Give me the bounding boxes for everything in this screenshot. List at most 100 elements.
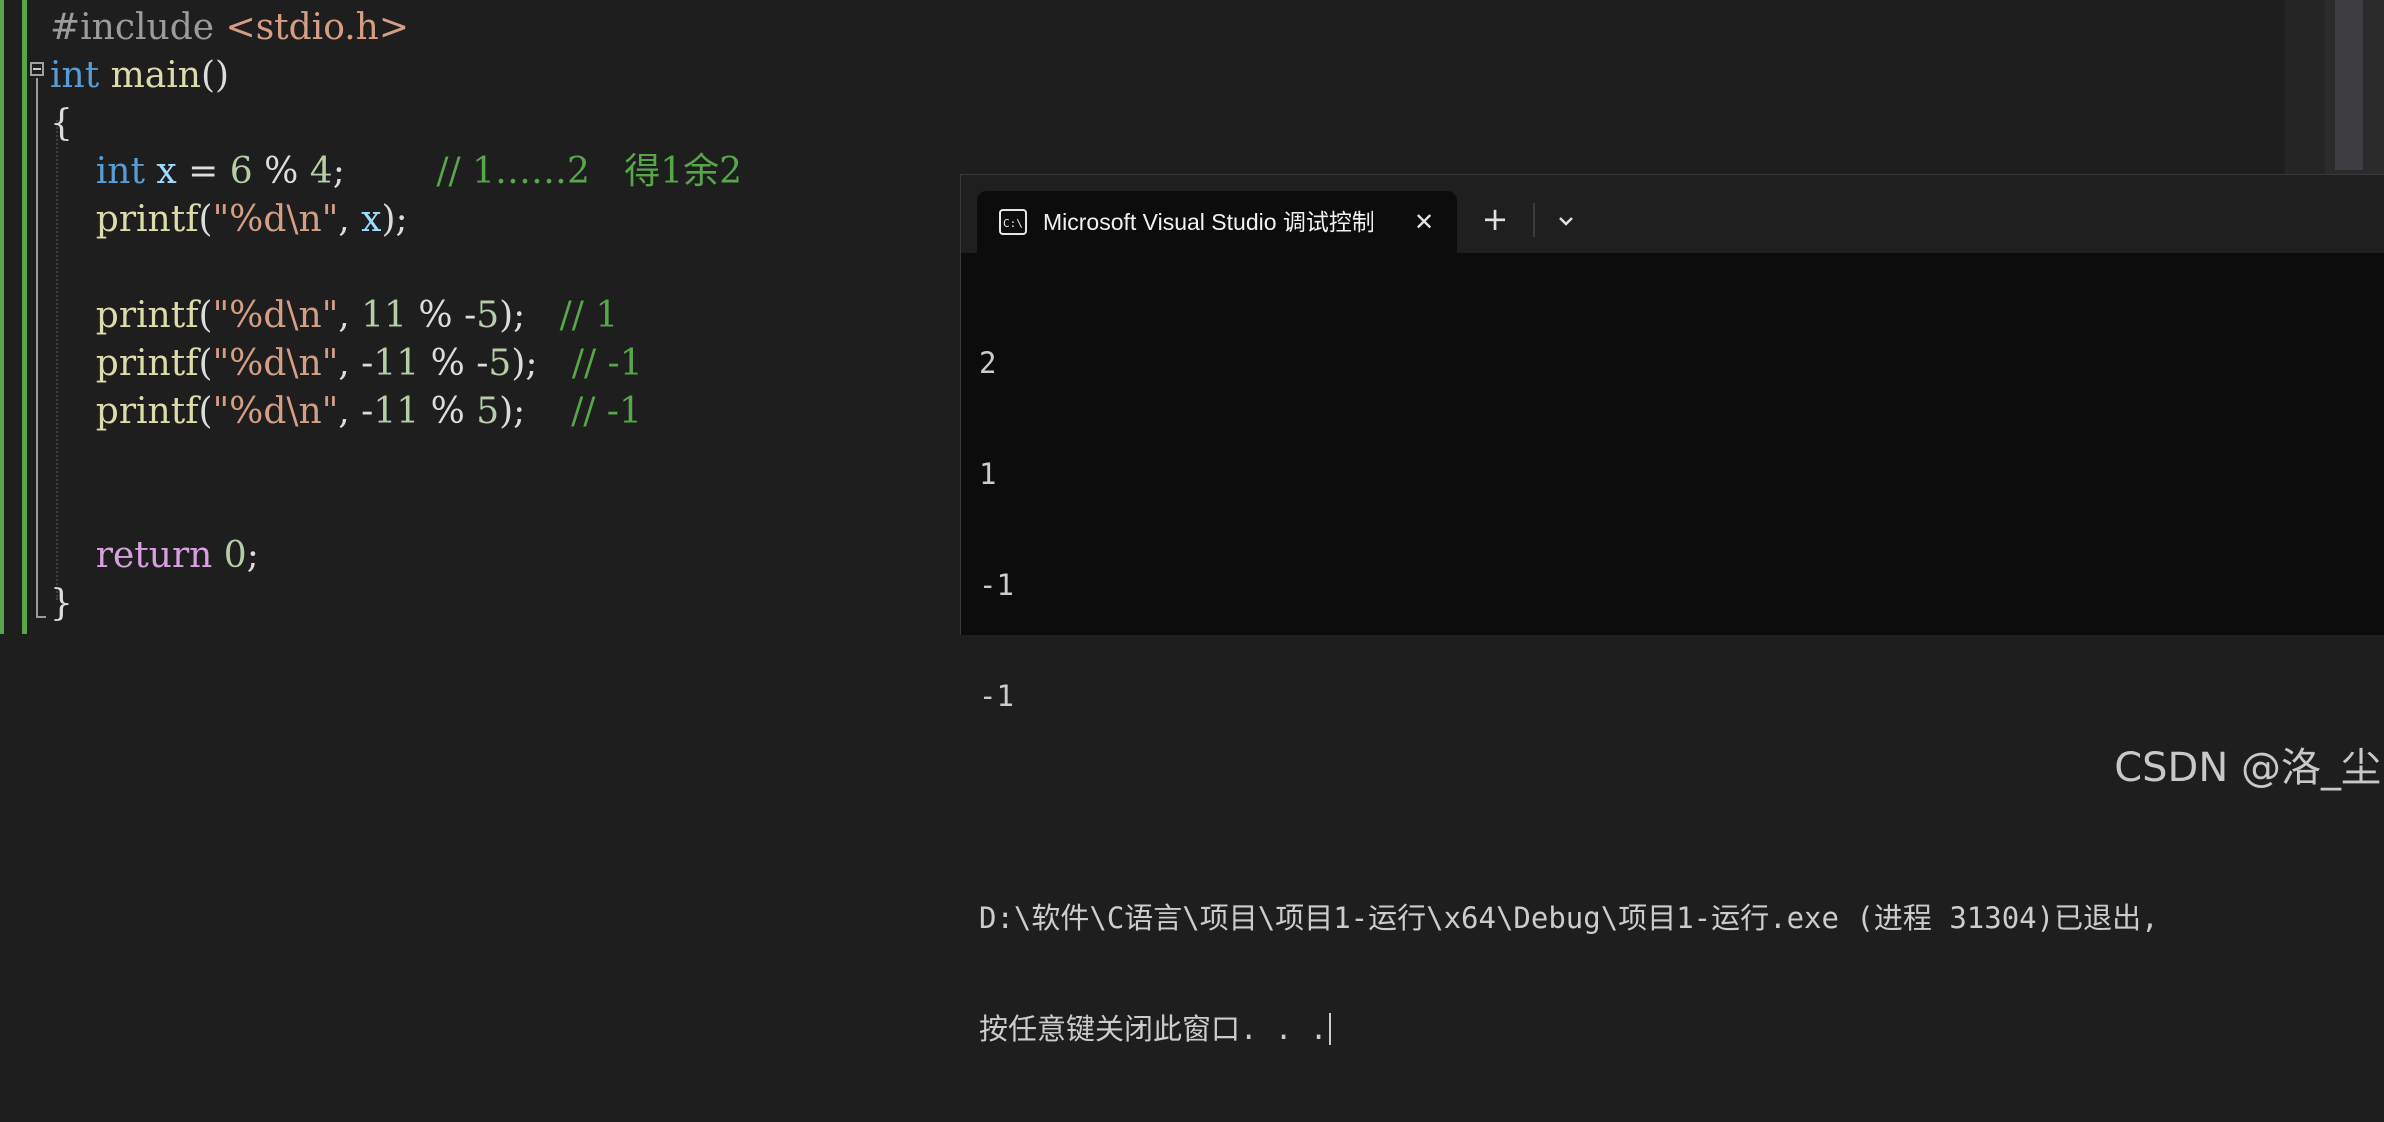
code-token: ); xyxy=(499,295,560,336)
code-line-include: #include <stdio.h> xyxy=(50,4,409,52)
code-token: int xyxy=(50,55,100,96)
terminal-titlebar: C:\ Microsoft Visual Studio 调试控制台 ✕ + xyxy=(961,175,2384,253)
code-token: "%d\n" xyxy=(212,343,339,384)
debug-console-window: C:\ Microsoft Visual Studio 调试控制台 ✕ + 2 … xyxy=(960,174,2384,1046)
code-token: printf xyxy=(95,199,199,240)
code-token: main xyxy=(110,55,201,96)
code-token: ); xyxy=(381,199,408,240)
code-token: printf xyxy=(95,391,199,432)
scrollbar-thumb[interactable] xyxy=(2335,0,2363,170)
code-token: 11 xyxy=(361,295,407,336)
code-token: 11 xyxy=(373,343,420,384)
console-output[interactable]: 2 1 -1 -1 D:\软件\C语言\项目\项目1-运行\x64\Debug\… xyxy=(979,271,2379,1046)
code-token: printf xyxy=(95,343,199,384)
console-line-prompt: 按任意键关闭此窗口. . . xyxy=(979,1011,2379,1048)
code-token: - xyxy=(361,391,374,432)
code-token: % xyxy=(252,151,310,192)
code-token: - xyxy=(476,343,489,384)
code-token: ( xyxy=(198,343,213,384)
code-token: // 1……2 得1余2 xyxy=(436,151,743,192)
code-token: 0 xyxy=(223,535,247,576)
code-token: 5 xyxy=(488,343,512,384)
new-tab-button[interactable]: + xyxy=(1471,199,1519,239)
code-token: , xyxy=(338,391,362,432)
code-line-return: return 0; xyxy=(50,532,259,580)
code-token: - xyxy=(464,295,477,336)
terminal-tab[interactable]: C:\ Microsoft Visual Studio 调试控制台 ✕ xyxy=(977,191,1457,253)
code-token: () xyxy=(200,55,230,96)
code-token: { xyxy=(50,103,73,144)
chevron-down-icon[interactable] xyxy=(1543,201,1589,241)
code-line-printf-x: printf("%d\n", x); xyxy=(50,196,408,244)
change-tracking-bar-secondary xyxy=(22,0,27,634)
code-token: printf xyxy=(95,295,199,336)
change-tracking-bar xyxy=(0,0,4,634)
code-line-printf-neg11-neg5: printf("%d\n", -11 % -5); // -1 xyxy=(50,340,643,388)
code-line-close-brace: } xyxy=(50,580,73,628)
code-line-open-brace: { xyxy=(50,100,73,148)
code-token: // 1 xyxy=(559,295,619,336)
code-line-printf-11-neg5: printf("%d\n", 11 % -5); // 1 xyxy=(50,292,618,340)
code-line-main-sig: int main() xyxy=(50,52,229,100)
code-token: ( xyxy=(198,391,213,432)
code-token: 11 xyxy=(373,391,420,432)
code-line-printf-neg11-5: printf("%d\n", -11 % 5); // -1 xyxy=(50,388,642,436)
code-token: x xyxy=(156,151,177,192)
console-line: -1 xyxy=(979,679,1014,713)
svg-text:C:\: C:\ xyxy=(1003,217,1023,230)
console-line: D:\软件\C语言\项目\项目1-运行\x64\Debug\项目1-运行.exe… xyxy=(979,901,2159,935)
close-icon[interactable]: ✕ xyxy=(1407,205,1441,239)
code-token: 4 xyxy=(309,151,333,192)
code-token: % xyxy=(419,343,477,384)
code-token: ); xyxy=(499,391,572,432)
code-token: ( xyxy=(198,199,213,240)
code-line-decl-x: int x = 6 % 4; // 1……2 得1余2 xyxy=(50,148,742,196)
titlebar-divider xyxy=(1533,203,1535,237)
code-token: , xyxy=(338,199,362,240)
code-token: <stdio.h> xyxy=(225,7,410,48)
code-token: 6 xyxy=(229,151,253,192)
tab-title: Microsoft Visual Studio 调试控制台 xyxy=(1043,209,1373,235)
code-token: 5 xyxy=(476,295,500,336)
code-token: x xyxy=(361,199,382,240)
console-prompt-text: 按任意键关闭此窗口. . . xyxy=(979,1012,1328,1046)
console-line: 1 xyxy=(979,457,997,491)
code-token: ); xyxy=(511,343,572,384)
code-token: } xyxy=(50,583,73,624)
code-token: % xyxy=(406,295,465,336)
collapse-icon[interactable] xyxy=(30,62,44,76)
code-token: // -1 xyxy=(571,391,642,432)
code-token: "%d\n" xyxy=(212,199,339,240)
code-token: ; xyxy=(332,151,345,192)
code-token: ; xyxy=(246,535,259,576)
text-cursor xyxy=(1329,1013,1332,1045)
code-token: , xyxy=(338,343,362,384)
code-token: int xyxy=(95,151,145,192)
code-token: - xyxy=(361,343,374,384)
outline-line-end xyxy=(36,616,46,618)
console-line: -1 xyxy=(979,568,1014,602)
code-token: % xyxy=(419,391,477,432)
code-token: 5 xyxy=(476,391,500,432)
code-token: "%d\n" xyxy=(212,391,339,432)
console-line: 2 xyxy=(979,346,997,380)
code-token: // -1 xyxy=(571,343,643,384)
code-token: , xyxy=(338,295,362,336)
outline-line xyxy=(36,78,38,618)
code-token: = xyxy=(176,151,230,192)
console-icon: C:\ xyxy=(999,209,1027,235)
code-token: return xyxy=(95,535,213,576)
code-token: "%d\n" xyxy=(212,295,339,336)
watermark: CSDN @洛_尘 xyxy=(2114,745,2381,791)
code-token: ( xyxy=(198,295,213,336)
